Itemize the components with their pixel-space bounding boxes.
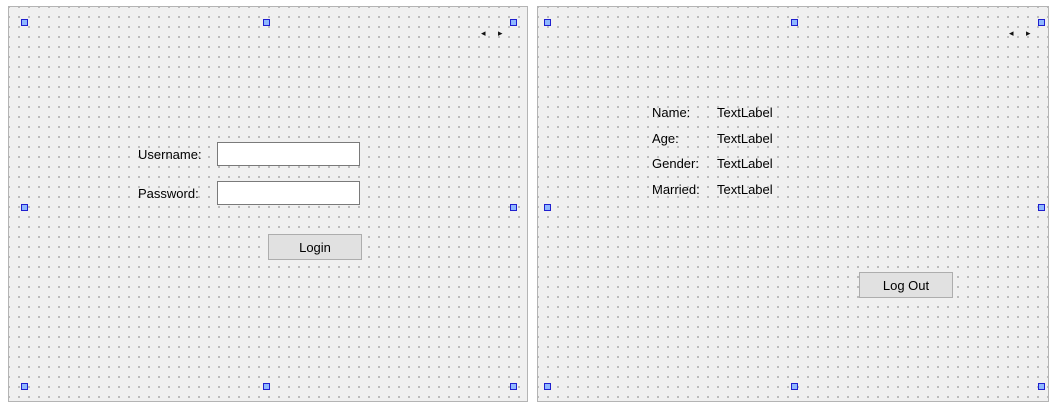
profile-page-canvas: ◂ ▸ Name: TextLabel Age: TextLabel Gende… [537, 6, 1049, 402]
gender-value: TextLabel [717, 156, 773, 171]
resize-handle-bottom-center[interactable] [791, 383, 798, 390]
page-nav-arrows-icon[interactable]: ◂ ▸ [1009, 28, 1036, 39]
resize-handle-bottom-left[interactable] [544, 383, 551, 390]
resize-handle-middle-left[interactable] [21, 204, 28, 211]
married-label: Married: [652, 182, 700, 197]
resize-handle-top-left[interactable] [544, 19, 551, 26]
resize-handle-bottom-right[interactable] [1038, 383, 1045, 390]
page-nav-arrows-icon[interactable]: ◂ ▸ [481, 28, 508, 39]
login-page-canvas: ◂ ▸ Username: Password: Login [8, 6, 528, 402]
married-value: TextLabel [717, 182, 773, 197]
resize-handle-top-center[interactable] [791, 19, 798, 26]
name-label: Name: [652, 105, 691, 120]
resize-handle-top-left[interactable] [21, 19, 28, 26]
gender-label: Gender: [652, 156, 699, 171]
resize-handle-middle-left[interactable] [544, 204, 551, 211]
resize-handle-bottom-left[interactable] [21, 383, 28, 390]
password-input[interactable] [217, 181, 360, 205]
resize-handle-top-center[interactable] [263, 19, 270, 26]
name-value: TextLabel [717, 105, 773, 120]
username-input[interactable] [217, 142, 360, 166]
resize-handle-middle-right[interactable] [1038, 204, 1045, 211]
resize-handle-bottom-right[interactable] [510, 383, 517, 390]
age-label: Age: [652, 131, 679, 146]
logout-button[interactable]: Log Out [859, 272, 953, 298]
resize-handle-top-right[interactable] [1038, 19, 1045, 26]
resize-handle-bottom-center[interactable] [263, 383, 270, 390]
resize-handle-top-right[interactable] [510, 19, 517, 26]
age-value: TextLabel [717, 131, 773, 146]
username-label: Username: [138, 147, 202, 162]
login-button[interactable]: Login [268, 234, 362, 260]
resize-handle-middle-right[interactable] [510, 204, 517, 211]
password-label: Password: [138, 186, 199, 201]
